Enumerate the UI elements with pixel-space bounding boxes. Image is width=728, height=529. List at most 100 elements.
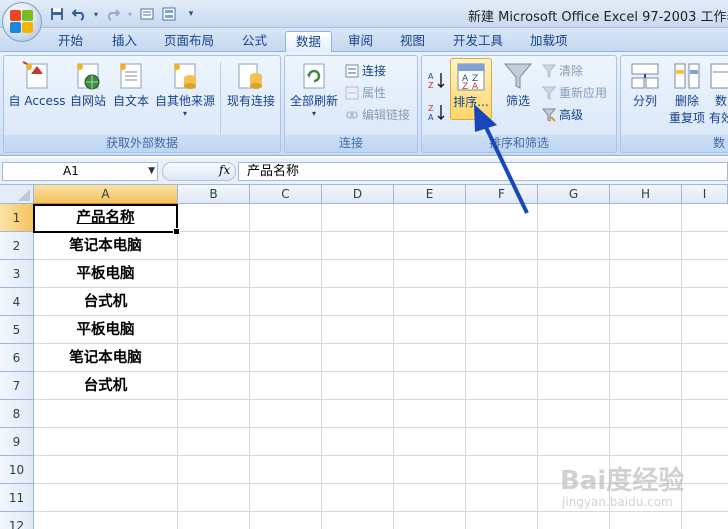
row-header-12[interactable]: 12 bbox=[0, 512, 34, 529]
svg-text:Z: Z bbox=[428, 81, 434, 90]
column-header-a[interactable]: A bbox=[34, 185, 178, 204]
row-header-7[interactable]: 7 bbox=[0, 372, 34, 400]
from-other-sources-button[interactable]: 自其他来源 ▾ bbox=[152, 60, 218, 118]
formula-input[interactable]: 产品名称 bbox=[238, 162, 728, 181]
gridline bbox=[321, 204, 322, 529]
dropdown-arrow-icon: ▾ bbox=[311, 109, 316, 118]
row-header-5[interactable]: 5 bbox=[0, 316, 34, 344]
column-header-f[interactable]: F bbox=[466, 185, 538, 204]
column-header-g[interactable]: G bbox=[538, 185, 610, 204]
tab-formulas[interactable]: 公式 bbox=[232, 31, 277, 52]
connections-button[interactable]: 连接 bbox=[345, 62, 386, 79]
row-header-9[interactable]: 9 bbox=[0, 428, 34, 456]
row-header-8[interactable]: 8 bbox=[0, 400, 34, 428]
row-header-2[interactable]: 2 bbox=[0, 232, 34, 260]
from-web-button[interactable]: 自网站 bbox=[66, 60, 110, 109]
tab-insert[interactable]: 插入 bbox=[102, 31, 147, 52]
group-connections: 全部刷新 ▾ 连接 属性 编辑链接 连接 bbox=[284, 55, 418, 153]
clear-filter-icon bbox=[542, 64, 556, 78]
from-access-button[interactable]: 自 Access bbox=[8, 60, 66, 109]
reapply-button[interactable]: 重新应用 bbox=[542, 84, 607, 101]
from-other-sources-label: 自其他来源 bbox=[154, 94, 215, 108]
refresh-all-button[interactable]: 全部刷新 ▾ bbox=[287, 60, 341, 118]
reapply-label: 重新应用 bbox=[559, 86, 608, 100]
filter-funnel-icon bbox=[503, 63, 533, 89]
cell-a7[interactable]: 台式机 bbox=[34, 372, 177, 400]
sort-descending-icon: ZA bbox=[428, 104, 445, 122]
tab-page-layout[interactable]: 页面布局 bbox=[154, 31, 224, 52]
print-preview-icon[interactable] bbox=[138, 5, 156, 23]
ribbon: 自 Access 自网站 自文本 自其他来源 ▾ 现有连接 获取外部数据 全部刷… bbox=[0, 52, 728, 156]
group-data-tools: 分列 删除 重复项 数 有效 数 bbox=[620, 55, 728, 153]
edit-links-icon bbox=[346, 110, 358, 119]
tab-view[interactable]: 视图 bbox=[390, 31, 435, 52]
form-icon[interactable] bbox=[160, 5, 178, 23]
cell-a3[interactable]: 平板电脑 bbox=[34, 260, 177, 288]
existing-connections-button[interactable]: 现有连接 bbox=[223, 60, 279, 109]
text-to-columns-button[interactable]: 分列 bbox=[625, 60, 665, 109]
office-button[interactable] bbox=[2, 2, 42, 42]
cell-a6[interactable]: 笔记本电脑 bbox=[34, 344, 177, 372]
gridline bbox=[34, 455, 728, 456]
sort-button[interactable]: AZ ZA 排序... bbox=[450, 58, 492, 120]
column-header-d[interactable]: D bbox=[322, 185, 394, 204]
row-header-1[interactable]: 1 bbox=[0, 204, 34, 232]
properties-button[interactable]: 属性 bbox=[345, 84, 386, 101]
properties-icon bbox=[345, 86, 359, 99]
redo-icon[interactable] bbox=[104, 5, 122, 23]
cell-a2[interactable]: 笔记本电脑 bbox=[34, 232, 177, 260]
clear-button[interactable]: 清除 bbox=[542, 62, 583, 79]
select-all-corner[interactable] bbox=[0, 185, 34, 204]
advanced-filter-button[interactable]: 高级 bbox=[542, 106, 583, 123]
sort-az-button[interactable]: AZ bbox=[426, 70, 448, 93]
name-box-dropdown-icon[interactable]: ▼ bbox=[148, 163, 155, 180]
column-header-h[interactable]: H bbox=[610, 185, 682, 204]
formula-buttons: fx bbox=[162, 162, 236, 181]
undo-dropdown-icon[interactable]: ▾ bbox=[92, 5, 100, 23]
tab-review[interactable]: 审阅 bbox=[338, 31, 383, 52]
row-header-10[interactable]: 10 bbox=[0, 456, 34, 484]
data-validation-label-2: 有效 bbox=[709, 111, 728, 125]
row-header-6[interactable]: 6 bbox=[0, 344, 34, 372]
advanced-filter-icon bbox=[542, 108, 556, 122]
cell-a4[interactable]: 台式机 bbox=[34, 288, 177, 316]
from-text-button[interactable]: 自文本 bbox=[110, 60, 152, 109]
watermark-url: jingyan.baidu.com bbox=[562, 495, 673, 509]
row-header-11[interactable]: 11 bbox=[0, 484, 34, 512]
gridline bbox=[34, 511, 728, 512]
row-header-3[interactable]: 3 bbox=[0, 260, 34, 288]
data-validation-button[interactable]: 数 有效 bbox=[709, 60, 728, 126]
sort-za-button[interactable]: ZA bbox=[426, 102, 448, 125]
office-logo-icon bbox=[10, 10, 34, 34]
text-to-columns-label: 分列 bbox=[632, 94, 657, 108]
svg-text:A: A bbox=[472, 82, 479, 92]
gridline bbox=[393, 204, 394, 529]
redo-dropdown-icon[interactable]: ▾ bbox=[126, 5, 134, 23]
filter-button[interactable]: 筛选 bbox=[498, 60, 538, 109]
clear-label: 清除 bbox=[559, 64, 584, 78]
remove-duplicates-button[interactable]: 删除 重复项 bbox=[667, 60, 707, 126]
from-access-label: 自 Access bbox=[8, 94, 66, 108]
name-box[interactable]: A1 ▼ bbox=[2, 162, 158, 181]
tab-developer[interactable]: 开发工具 bbox=[443, 31, 513, 52]
tab-data[interactable]: 数据 bbox=[285, 31, 333, 52]
refresh-all-icon bbox=[303, 63, 325, 89]
column-header-b[interactable]: B bbox=[178, 185, 250, 204]
row-header-4[interactable]: 4 bbox=[0, 288, 34, 316]
column-header-c[interactable]: C bbox=[250, 185, 322, 204]
insert-function-icon[interactable]: fx bbox=[219, 163, 230, 177]
column-header-e[interactable]: E bbox=[394, 185, 466, 204]
undo-icon[interactable] bbox=[70, 5, 88, 23]
active-cell-border bbox=[33, 204, 180, 235]
text-to-columns-icon bbox=[631, 63, 659, 89]
tab-addins[interactable]: 加载项 bbox=[520, 31, 578, 52]
customize-qat-icon[interactable]: ▾ bbox=[182, 5, 200, 23]
sort-dialog-icon: AZ ZA bbox=[457, 63, 485, 92]
from-text-label: 自文本 bbox=[112, 94, 149, 108]
column-header-i[interactable]: I bbox=[682, 185, 728, 204]
cell-a5[interactable]: 平板电脑 bbox=[34, 316, 177, 344]
save-icon[interactable] bbox=[48, 5, 66, 23]
edit-links-button[interactable]: 编辑链接 bbox=[345, 106, 410, 123]
tab-home[interactable]: 开始 bbox=[48, 31, 93, 52]
group-label-sort-filter: 排序和筛选 bbox=[422, 135, 616, 152]
